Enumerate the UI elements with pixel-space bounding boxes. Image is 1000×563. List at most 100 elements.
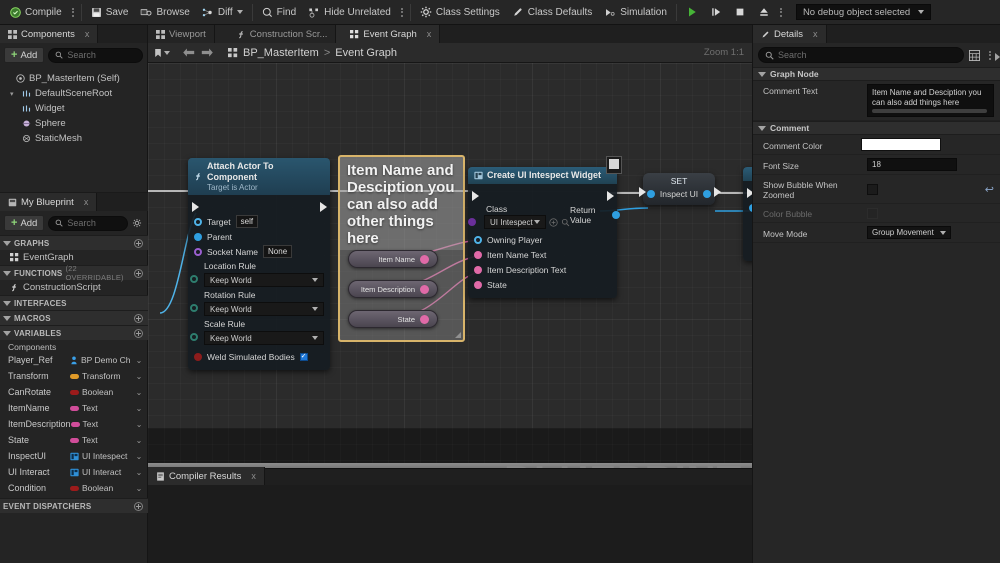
- node-offscreen-right[interactable]: [743, 167, 752, 261]
- tree-item-sphere[interactable]: Sphere: [0, 116, 147, 131]
- location-rule-select[interactable]: Keep World: [204, 273, 324, 287]
- details-options-button[interactable]: [985, 51, 995, 60]
- location-rule-pin[interactable]: [190, 275, 198, 283]
- section-event-dispatchers[interactable]: EVENT DISPATCHERS: [0, 498, 148, 513]
- chevron-down-icon[interactable]: ⌄: [134, 468, 144, 477]
- compile-options-button[interactable]: [68, 8, 78, 17]
- details-search-input[interactable]: Search: [758, 47, 964, 63]
- chevron-down-icon[interactable]: ⌄: [134, 436, 144, 445]
- variable-row[interactable]: State Text ⌄: [0, 432, 148, 448]
- back-button[interactable]: [182, 47, 195, 58]
- step-button[interactable]: [704, 0, 728, 25]
- chevron-down-icon[interactable]: ⌄: [134, 484, 144, 493]
- save-button[interactable]: Save: [85, 0, 135, 25]
- knot-item-description[interactable]: Item Description: [348, 280, 438, 298]
- section-graphs[interactable]: GRAPHS: [0, 235, 148, 250]
- rotation-rule-pin[interactable]: [190, 304, 198, 312]
- hide-unrelated-options-button[interactable]: [397, 8, 407, 17]
- chevron-down-icon[interactable]: ⌄: [134, 356, 144, 365]
- section-variables[interactable]: VARIABLES: [0, 325, 148, 340]
- section-functions[interactable]: FUNCTIONS (22 OVERRIDABLE): [0, 265, 148, 280]
- grid-view-icon[interactable]: [969, 50, 980, 61]
- tree-item-bp-masteritem[interactable]: BP_MasterItem (Self): [0, 71, 147, 86]
- socket-name-value[interactable]: None: [263, 245, 292, 258]
- section-interfaces[interactable]: INTERFACES: [0, 295, 148, 310]
- tree-arrow[interactable]: ▾: [10, 90, 18, 98]
- details-section-graph-node[interactable]: Graph Node: [753, 67, 1000, 81]
- add-dispatcher-button[interactable]: [134, 502, 143, 511]
- section-macros[interactable]: MACROS: [0, 310, 148, 325]
- close-icon[interactable]: x: [427, 29, 432, 39]
- node-create-ui-intespect-widget[interactable]: Create UI Intespect Widget Class: [468, 167, 617, 298]
- variable-row[interactable]: Player_Ref BP Demo Ch ⌄: [0, 352, 148, 368]
- owning-player-pin[interactable]: [474, 236, 482, 244]
- gear-icon[interactable]: [132, 218, 144, 228]
- weld-pin[interactable]: [194, 353, 202, 361]
- find-button[interactable]: Find: [256, 0, 302, 25]
- tab-details[interactable]: Details x: [753, 25, 827, 43]
- exec-out-pin[interactable]: [320, 202, 327, 212]
- hide-unrelated-button[interactable]: Hide Unrelated: [302, 0, 397, 25]
- debug-object-select[interactable]: No debug object selected: [796, 4, 931, 20]
- chevron-down-icon[interactable]: ⌄: [134, 388, 144, 397]
- add-graph-button[interactable]: [134, 239, 143, 248]
- exec-out-pin[interactable]: [607, 191, 614, 201]
- variable-row[interactable]: UI Interact UI Interact ⌄: [0, 464, 148, 480]
- diff-button[interactable]: Diff: [196, 0, 249, 25]
- close-icon[interactable]: x: [251, 471, 256, 481]
- scale-rule-pin[interactable]: [190, 333, 198, 341]
- forward-button[interactable]: [201, 47, 214, 58]
- exec-out-pin[interactable]: [714, 187, 721, 197]
- tab-event-graph[interactable]: Event Graph x: [336, 25, 440, 43]
- target-value[interactable]: self: [236, 215, 258, 228]
- browse-button[interactable]: Browse: [134, 0, 195, 25]
- font-size-input[interactable]: 18: [867, 158, 957, 171]
- text-pin[interactable]: [420, 315, 429, 324]
- stop-button[interactable]: [728, 0, 752, 25]
- class-select[interactable]: UI Intespect: [484, 215, 546, 229]
- exec-in-pin[interactable]: [639, 187, 646, 197]
- socket-name-pin[interactable]: [194, 248, 202, 256]
- textarea-scrollbar[interactable]: [872, 109, 987, 113]
- node-set-inspect-ui[interactable]: SET Inspect UI: [643, 173, 715, 205]
- bookmark-button[interactable]: [154, 48, 170, 58]
- class-settings-button[interactable]: Class Settings: [414, 0, 506, 25]
- close-icon[interactable]: x: [85, 29, 90, 39]
- tab-viewport[interactable]: Viewport: [148, 25, 215, 43]
- close-icon[interactable]: x: [813, 29, 818, 39]
- knot-state[interactable]: State: [348, 310, 438, 328]
- inspect-ui-in-pin[interactable]: [647, 190, 655, 198]
- return-value-pin[interactable]: [612, 211, 620, 219]
- rotation-rule-select[interactable]: Keep World: [204, 302, 324, 316]
- chevron-down-icon[interactable]: ⌄: [134, 452, 144, 461]
- variable-row[interactable]: Transform Transform ⌄: [0, 368, 148, 384]
- chevron-down-icon[interactable]: ⌄: [134, 372, 144, 381]
- variable-row[interactable]: ItemName Text ⌄: [0, 400, 148, 416]
- tab-my-blueprint[interactable]: My Blueprint x: [0, 193, 97, 211]
- show-bubble-checkbox[interactable]: [867, 184, 878, 195]
- weld-checkbox[interactable]: ✓: [300, 353, 308, 361]
- function-item-constructionscript[interactable]: ConstructionScript: [0, 280, 148, 295]
- comment-resize-handle[interactable]: [455, 332, 461, 338]
- browse-asset-icon[interactable]: [549, 218, 558, 227]
- close-icon[interactable]: x: [84, 197, 89, 207]
- graph-item-eventgraph[interactable]: EventGraph: [0, 250, 148, 265]
- add-blueprint-item-button[interactable]: + Add: [4, 215, 44, 231]
- components-search-input[interactable]: Search: [48, 48, 143, 63]
- add-component-button[interactable]: + Add: [4, 47, 44, 63]
- exec-in-pin[interactable]: [192, 202, 199, 212]
- state-pin[interactable]: [474, 281, 482, 289]
- move-mode-select[interactable]: Group Movement: [867, 226, 951, 239]
- add-macro-button[interactable]: [134, 314, 143, 323]
- expand-arrow-icon[interactable]: [995, 53, 1000, 61]
- variable-row[interactable]: ItemDescription Text ⌄: [0, 416, 148, 432]
- comment-node[interactable]: Item Name and Desciption you can also ad…: [338, 155, 465, 342]
- node-attach-actor-to-component[interactable]: Attach Actor To Component Target is Acto…: [188, 158, 330, 370]
- play-button[interactable]: [680, 0, 704, 25]
- text-pin[interactable]: [420, 255, 429, 264]
- item-name-text-pin[interactable]: [474, 251, 482, 259]
- comment-color-swatch[interactable]: [861, 138, 941, 151]
- breadcrumb-item-blueprint[interactable]: BP_MasterItem: [243, 47, 319, 59]
- exec-in-pin[interactable]: [472, 191, 479, 201]
- simulation-button[interactable]: Simulation: [598, 0, 673, 25]
